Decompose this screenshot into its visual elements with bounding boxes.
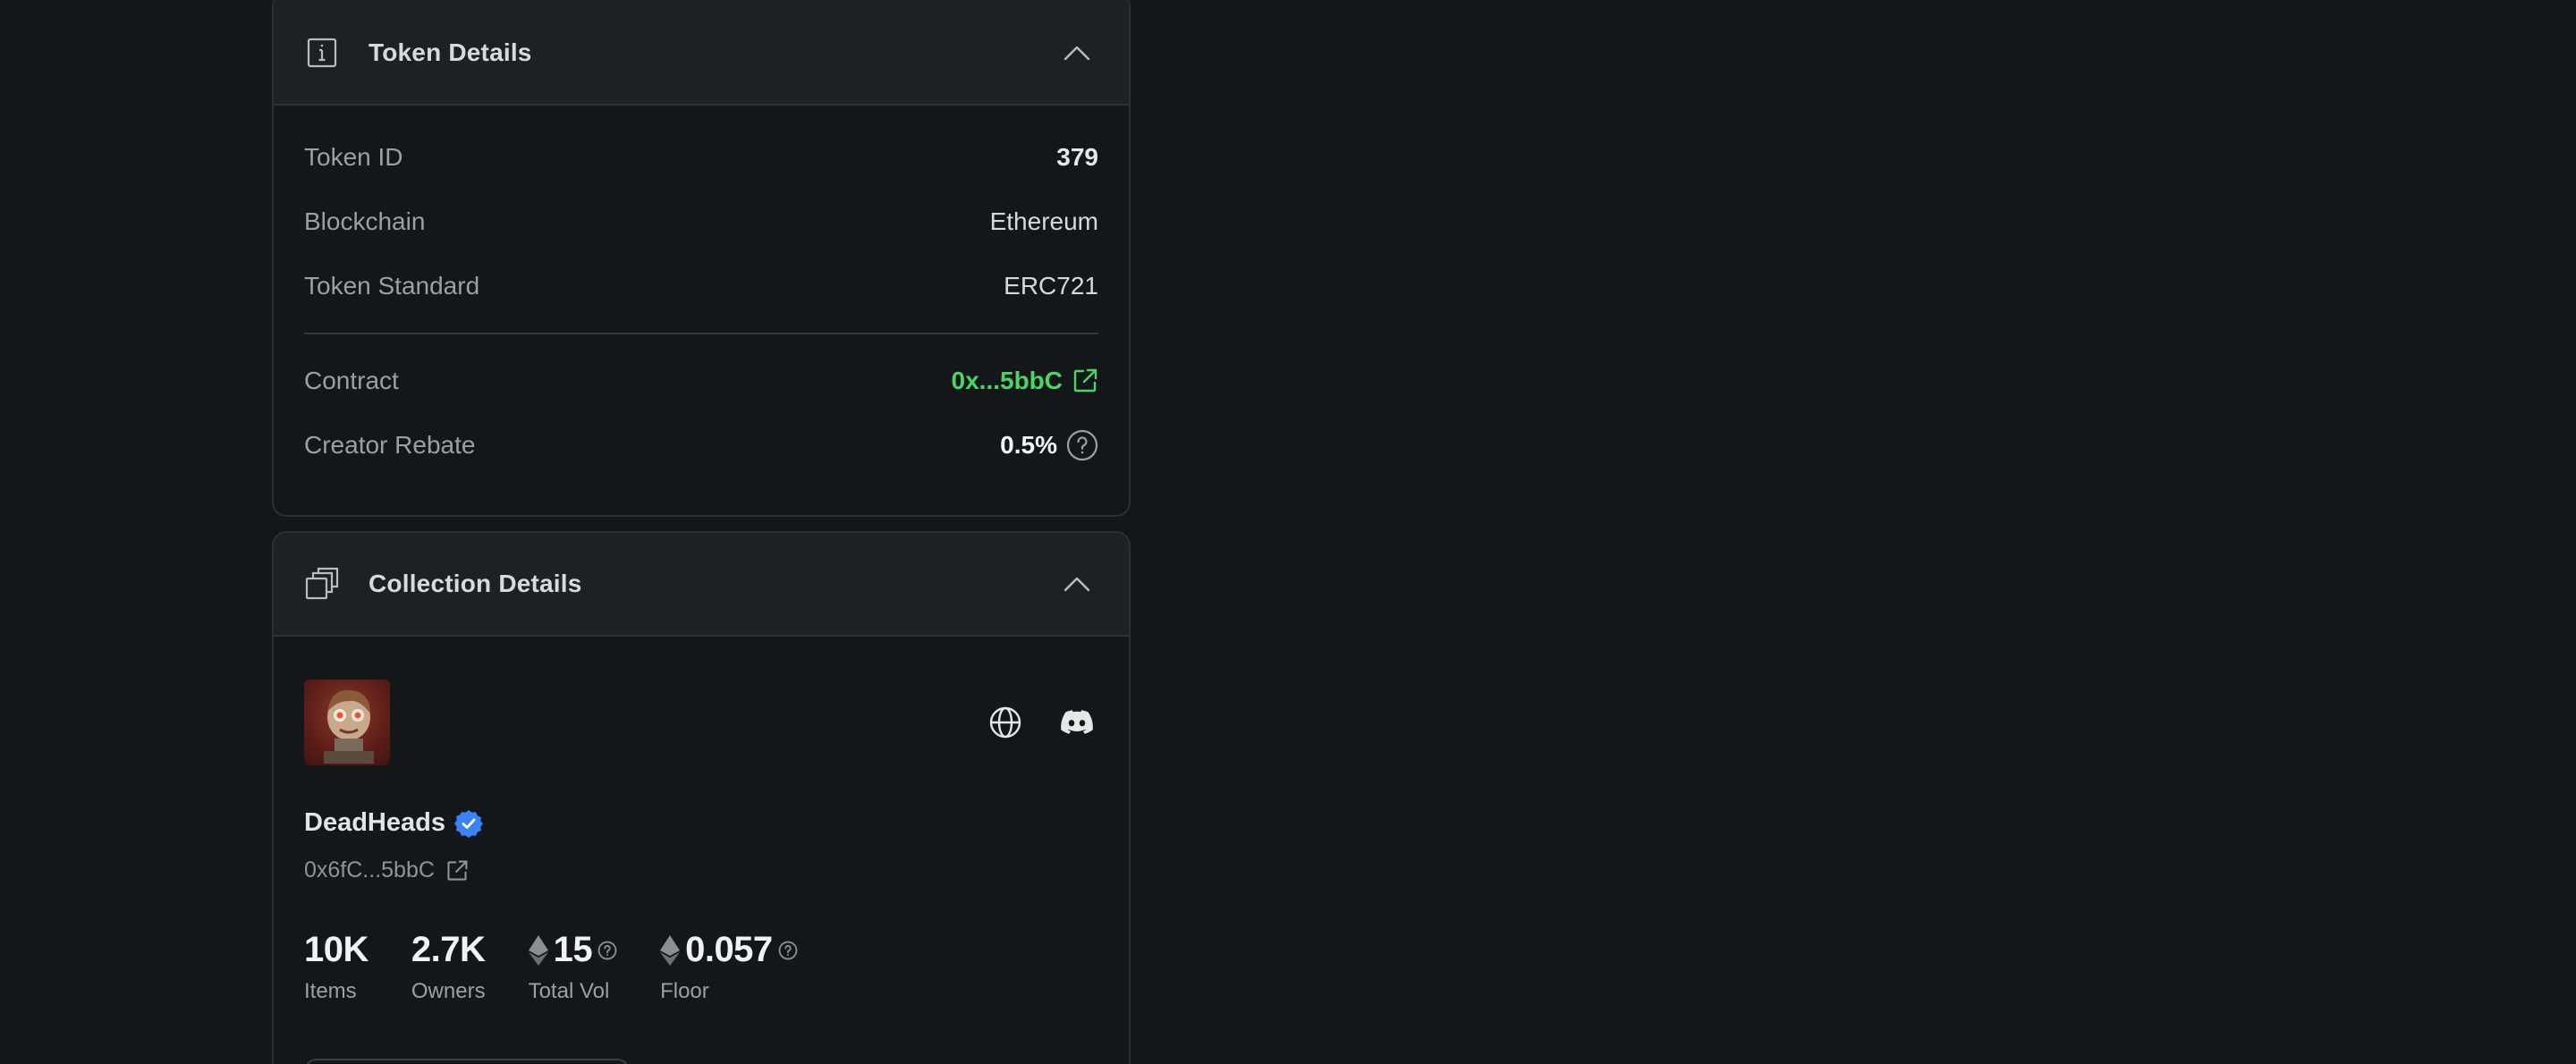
collection-action-button[interactable] xyxy=(304,1059,630,1064)
token-standard-row: Token Standard ERC721 xyxy=(304,254,1098,318)
token-details-header[interactable]: Token Details xyxy=(274,0,1129,106)
stat-owners: 2.7K Owners xyxy=(411,930,486,1004)
collection-details-card: Collection Details DeadHeads 0x6fC...5bb… xyxy=(272,531,1131,1064)
stat-total-vol-value-row: 15 xyxy=(528,930,618,970)
chevron-up-icon[interactable] xyxy=(1061,37,1093,69)
collection-address[interactable]: 0x6fC...5bbC xyxy=(304,857,435,883)
contract-label: Contract xyxy=(304,367,399,394)
divider xyxy=(304,333,1098,334)
collection-name[interactable]: DeadHeads xyxy=(304,808,445,838)
stat-total-vol-label: Total Vol xyxy=(528,979,610,1003)
stat-total-vol: 15 Total Vol xyxy=(528,930,618,1004)
external-link-icon[interactable] xyxy=(445,859,469,882)
stat-items-label: Items xyxy=(304,979,357,1003)
stat-floor-label: Floor xyxy=(660,979,709,1003)
discord-icon[interactable] xyxy=(1059,705,1095,740)
collection-avatar[interactable] xyxy=(304,680,390,765)
stat-floor-value: 0.057 xyxy=(685,930,773,969)
ethereum-icon xyxy=(660,934,681,966)
collection-name-row: DeadHeads xyxy=(304,808,1098,838)
help-circle-icon[interactable] xyxy=(778,941,798,960)
contract-value[interactable]: 0x...5bbC xyxy=(952,367,1063,395)
contract-link[interactable]: 0x...5bbC xyxy=(952,367,1098,395)
globe-icon[interactable] xyxy=(987,705,1023,740)
creator-rebate-row: Creator Rebate 0.5% xyxy=(304,413,1098,477)
stat-owners-value: 2.7K xyxy=(411,930,486,969)
ethereum-icon xyxy=(528,934,548,966)
token-id-row: Token ID 379 xyxy=(304,125,1098,190)
token-details-title: Token Details xyxy=(369,38,532,66)
collection-details-title: Collection Details xyxy=(369,570,582,597)
stat-floor-value-row: 0.057 xyxy=(660,930,798,970)
stat-owners-label: Owners xyxy=(411,979,486,1003)
info-icon xyxy=(304,35,340,71)
collection-icon xyxy=(304,566,340,602)
creator-rebate-value-wrap: 0.5% xyxy=(1000,429,1098,461)
stat-items: 10K Items xyxy=(304,930,369,1004)
blockchain-value: Ethereum xyxy=(989,207,1098,235)
stat-floor: 0.057 Floor xyxy=(660,930,798,1004)
token-id-value: 379 xyxy=(1056,143,1098,171)
verified-badge-icon xyxy=(453,809,483,838)
collection-stats: 10K Items 2.7K Owners 15 Total Vol 0.057… xyxy=(304,930,1098,1004)
help-circle-icon[interactable] xyxy=(1066,429,1098,461)
collection-details-header[interactable]: Collection Details xyxy=(274,533,1129,637)
page: Token Details Token ID 379 Blockchain Et… xyxy=(0,0,2576,1064)
creator-rebate-value: 0.5% xyxy=(1000,431,1057,459)
external-link-icon[interactable] xyxy=(1072,367,1098,394)
token-standard-value: ERC721 xyxy=(1004,272,1098,300)
chevron-up-icon[interactable] xyxy=(1061,568,1093,600)
token-details-body: Token ID 379 Blockchain Ethereum Token S… xyxy=(274,106,1129,477)
help-circle-icon[interactable] xyxy=(597,941,617,960)
collection-socials xyxy=(987,705,1095,740)
collection-top-row xyxy=(304,680,1098,765)
collection-address-row[interactable]: 0x6fC...5bbC xyxy=(304,857,1098,883)
blockchain-label: Blockchain xyxy=(304,207,426,235)
creator-rebate-label: Creator Rebate xyxy=(304,431,476,459)
stat-items-value: 10K xyxy=(304,930,369,969)
token-details-card: Token Details Token ID 379 Blockchain Et… xyxy=(272,0,1131,517)
token-standard-label: Token Standard xyxy=(304,272,480,300)
contract-row: Contract 0x...5bbC xyxy=(304,349,1098,413)
stat-total-vol-value: 15 xyxy=(553,930,593,969)
collection-details-body: DeadHeads 0x6fC...5bbC 10K Items 2.7K Ow… xyxy=(274,680,1129,1004)
token-id-label: Token ID xyxy=(304,143,403,171)
blockchain-row: Blockchain Ethereum xyxy=(304,190,1098,254)
